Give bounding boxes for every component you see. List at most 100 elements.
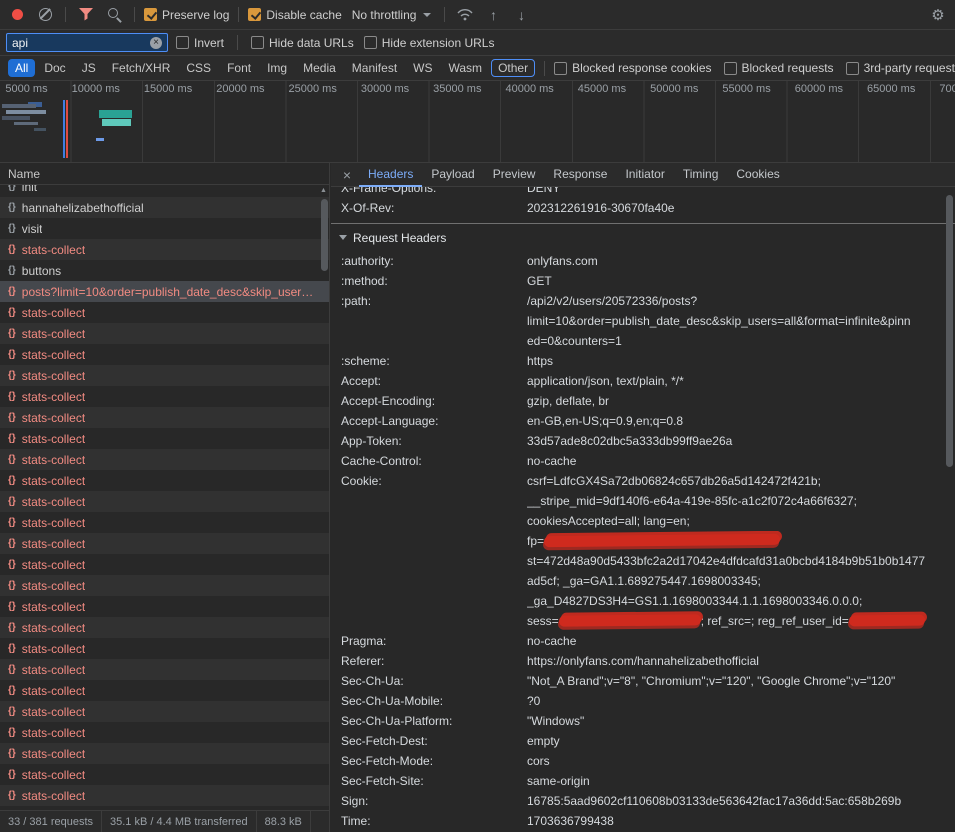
clear-button[interactable]	[34, 4, 56, 26]
filter-chip-css[interactable]: CSS	[179, 59, 218, 77]
import-har-button[interactable]: ↑	[482, 4, 504, 26]
network-request-row[interactable]: {}buttons	[0, 260, 329, 281]
network-request-row[interactable]: {}stats-collect	[0, 239, 329, 260]
network-request-row[interactable]: {}stats-collect	[0, 365, 329, 386]
network-request-row[interactable]: {}stats-collect	[0, 638, 329, 659]
filter-chip-font[interactable]: Font	[220, 59, 258, 77]
tab-response[interactable]: Response	[544, 163, 616, 187]
timeline-label: 25000 ms	[289, 81, 361, 98]
header-name: Sec-Fetch-Site:	[331, 771, 527, 791]
search-button[interactable]	[103, 4, 125, 26]
filter-chip-img[interactable]: Img	[260, 59, 294, 77]
network-request-row[interactable]: {}stats-collect	[0, 743, 329, 764]
filter-chip-media[interactable]: Media	[296, 59, 343, 77]
invert-checkbox[interactable]: Invert	[176, 36, 224, 50]
file-icon: {}	[8, 580, 16, 591]
network-request-row[interactable]: {}stats-collect	[0, 449, 329, 470]
blocked-response-cookies-checkbox[interactable]: Blocked response cookies	[554, 61, 711, 75]
header-value-line: https	[527, 351, 937, 371]
network-request-row[interactable]: {}stats-collect	[0, 659, 329, 680]
settings-button[interactable]: ⚙	[927, 4, 949, 26]
file-icon: {}	[8, 538, 16, 549]
throttling-dropdown[interactable]: No throttling	[348, 8, 436, 22]
network-request-row[interactable]: {}stats-collect	[0, 701, 329, 722]
request-list-scrollbar[interactable]: ▲	[319, 185, 329, 810]
network-conditions-button[interactable]	[454, 4, 476, 26]
filter-chip-wasm[interactable]: Wasm	[442, 59, 490, 77]
scroll-up-icon[interactable]: ▲	[319, 187, 328, 194]
header-value: onlyfans.com	[527, 251, 955, 271]
network-request-row[interactable]: {}stats-collect	[0, 407, 329, 428]
network-request-row[interactable]: {} stats-collect	[0, 575, 329, 596]
network-request-row[interactable]: {}stats-collect	[0, 491, 329, 512]
network-request-row[interactable]: {}stats-collect	[0, 428, 329, 449]
tab-timing[interactable]: Timing	[674, 163, 728, 187]
checkbox-box	[176, 36, 189, 49]
network-request-row[interactable]: {}posts?limit=10&order=publish_date_desc…	[0, 281, 329, 302]
filter-chip-other[interactable]: Other	[491, 59, 535, 77]
network-main-toolbar: Preserve log Disable cache No throttling…	[0, 0, 955, 30]
timeline-overview[interactable]: 5000 ms10000 ms15000 ms20000 ms25000 ms3…	[0, 81, 955, 163]
checkbox-box	[846, 62, 859, 75]
scrollbar-thumb[interactable]	[321, 199, 328, 271]
3rd-party-requests-checkbox[interactable]: 3rd-party requests	[846, 61, 955, 75]
network-request-row[interactable]: {}stats-collect	[0, 764, 329, 785]
separator	[65, 7, 66, 22]
file-icon: {}	[8, 349, 16, 360]
hide-data-urls-checkbox[interactable]: Hide data URLs	[251, 36, 354, 50]
filter-chip-js[interactable]: JS	[75, 59, 103, 77]
network-request-row[interactable]: {}stats-collect	[0, 617, 329, 638]
hide-extension-urls-checkbox[interactable]: Hide extension URLs	[364, 36, 495, 50]
network-request-row[interactable]: {}stats-collect	[0, 680, 329, 701]
header-name: Cookie:	[331, 471, 527, 491]
network-request-row[interactable]: {}stats-collect	[0, 785, 329, 806]
network-request-row[interactable]: {}stats-collect	[0, 344, 329, 365]
network-request-row[interactable]: {}stats-collect	[0, 554, 329, 575]
tab-initiator[interactable]: Initiator	[616, 163, 673, 187]
timeline-label: 60000 ms	[795, 81, 867, 98]
tab-cookies[interactable]: Cookies	[727, 163, 788, 187]
blocked-requests-checkbox[interactable]: Blocked requests	[724, 61, 834, 75]
network-request-row[interactable]: {}stats-collect	[0, 512, 329, 533]
export-har-button[interactable]: ↓	[510, 4, 532, 26]
network-request-row[interactable]: {}stats-collect	[0, 302, 329, 323]
file-icon: {}	[8, 370, 16, 381]
timeline-label: 15000 ms	[144, 81, 216, 98]
network-request-row[interactable]: {}stats-collect	[0, 533, 329, 554]
header-row: :path:/api2/v2/users/20572336/posts?limi…	[331, 291, 955, 351]
header-row: Pragma:no-cache	[331, 631, 955, 651]
filter-chip-ws[interactable]: WS	[406, 59, 439, 77]
network-request-row[interactable]: {}init	[0, 185, 329, 197]
checkbox-label: Invert	[194, 36, 224, 50]
tab-headers[interactable]: Headers	[359, 163, 422, 187]
record-button[interactable]	[6, 4, 28, 26]
network-request-row[interactable]: {}stats-collect	[0, 323, 329, 344]
name-column-header[interactable]: Name	[0, 163, 329, 185]
filter-chip-fetch-xhr[interactable]: Fetch/XHR	[105, 59, 178, 77]
network-request-row[interactable]: {}stats-collect	[0, 596, 329, 617]
network-request-row[interactable]: {}hannahelizabethofficial	[0, 197, 329, 218]
network-request-row[interactable]: {}visit	[0, 218, 329, 239]
tab-payload[interactable]: Payload	[422, 163, 483, 187]
filter-chip-doc[interactable]: Doc	[37, 59, 72, 77]
header-value: DENY	[527, 187, 955, 198]
filter-chip-manifest[interactable]: Manifest	[345, 59, 404, 77]
details-scrollbar-thumb[interactable]	[946, 195, 953, 467]
timeline-label: 30000 ms	[361, 81, 433, 98]
filter-input[interactable]: api ×	[6, 33, 168, 52]
request-name: stats-collect	[22, 495, 85, 509]
filter-chip-all[interactable]: All	[8, 59, 35, 77]
network-request-row[interactable]: {}stats-collect	[0, 470, 329, 491]
request-name: stats-collect	[22, 579, 85, 593]
network-request-row[interactable]: {}stats-collect	[0, 722, 329, 743]
network-request-row[interactable]: {}stats-collect	[0, 386, 329, 407]
clear-filter-icon[interactable]: ×	[150, 37, 162, 49]
tab-preview[interactable]: Preview	[484, 163, 545, 187]
preserve-log-checkbox[interactable]: Preserve log	[144, 8, 229, 22]
disable-cache-checkbox[interactable]: Disable cache	[248, 8, 341, 22]
filter-toggle-button[interactable]	[75, 4, 97, 26]
close-details-button[interactable]: ×	[337, 167, 357, 183]
header-value-line: en-GB,en-US;q=0.9,en;q=0.8	[527, 411, 937, 431]
header-value-line: "Not_A Brand";v="8", "Chromium";v="120",…	[527, 671, 937, 691]
request-headers-section[interactable]: Request Headers	[331, 224, 955, 251]
